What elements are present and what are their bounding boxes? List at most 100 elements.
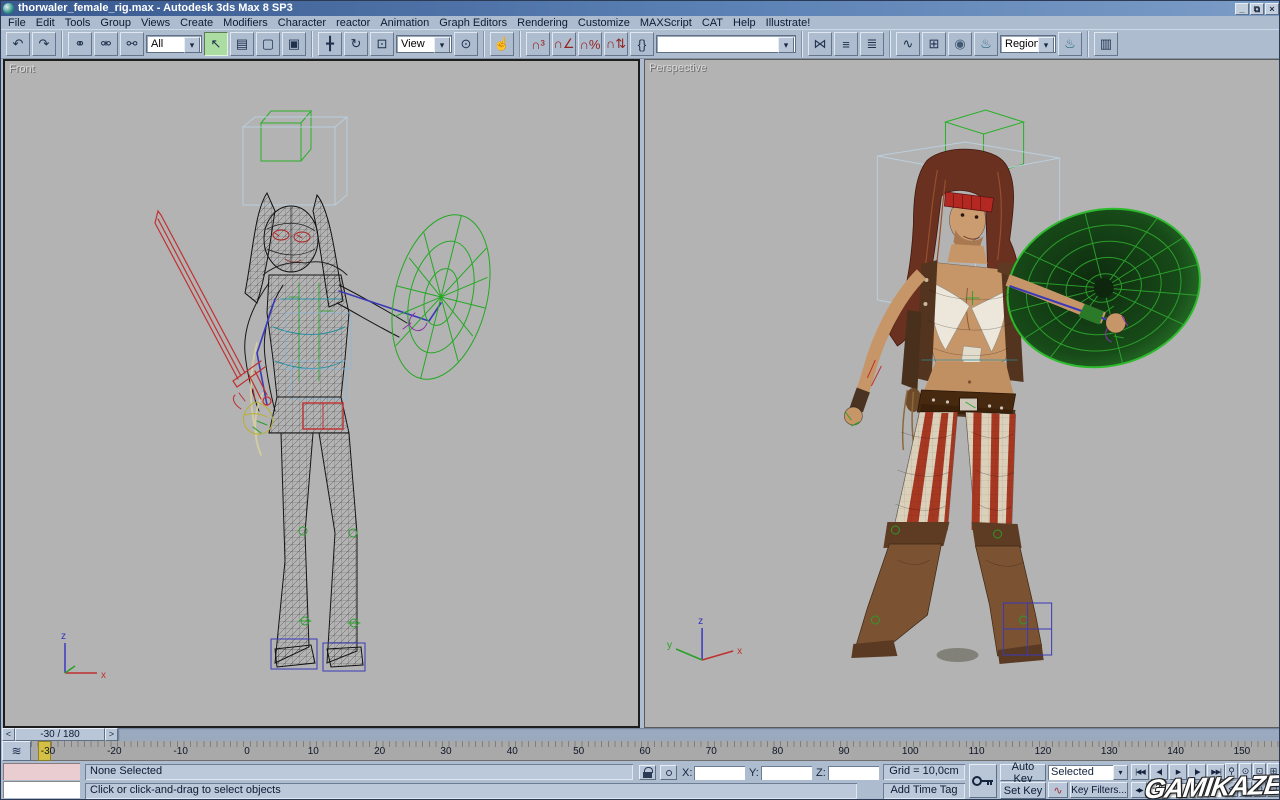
axis-tripod: z x y [667,616,742,661]
x-coordinate-label: X: [682,767,693,779]
percent-snap-icon[interactable]: ∩% [578,32,602,56]
z-coordinate-input[interactable] [828,766,879,780]
auto-key-button[interactable]: Auto Key [1000,761,1046,785]
time-slider-next-key-button[interactable]: > [105,728,118,741]
quick-render-icon[interactable]: ♨ [1058,32,1082,56]
named-selection-sets-dropdown[interactable] [656,35,796,53]
angle-snap-icon[interactable]: ∩∠ [552,32,576,56]
y-coordinate-input[interactable] [761,766,812,780]
trackbar-frame-label: 0 [244,746,250,757]
menu-item[interactable]: Animation [375,17,434,29]
reference-coordinate-system-dropdown[interactable]: View [396,35,452,53]
trackbar-frame-label: 90 [838,746,850,757]
material-editor-icon[interactable]: ◉ [948,32,972,56]
x-coordinate-input[interactable] [694,766,745,780]
viewport-area: Front z x Perspective z x y [1,59,1279,728]
time-slider-prev-key-button[interactable]: < [2,728,15,741]
viewport-perspective-label: Perspective [649,62,707,74]
lock-icon [643,766,653,778]
open-mini-curve-editor-button[interactable]: ≋ [2,741,31,761]
menu-item[interactable]: Group [95,17,136,29]
menu-item[interactable]: Character [273,17,331,29]
rectangular-selection-region-icon[interactable]: ▢ [256,32,280,56]
unlink-selection-icon[interactable]: ⚮ [94,32,118,56]
menu-item[interactable]: Customize [573,17,635,29]
menu-item[interactable]: Views [136,17,175,29]
trackbar-frame-label: -20 [107,746,122,757]
mirror-icon[interactable]: ⋈ [808,32,832,56]
select-and-manipulate-icon[interactable]: ☝ [490,32,514,56]
trackbar-frame-label: 100 [901,746,919,757]
bind-to-space-warp-icon[interactable]: ⚯ [120,32,144,56]
menu-item[interactable]: MAXScript [635,17,697,29]
spinner-snap-icon[interactable]: ∩⇅ [604,32,628,56]
minimize-button[interactable]: _ [1235,2,1249,15]
selection-filter-dropdown[interactable]: All [146,35,202,53]
close-button[interactable]: × [1265,2,1279,15]
render-scene-icon[interactable]: ♨ [974,32,998,56]
set-key-button[interactable]: Set Key [1000,782,1046,799]
select-and-rotate-icon[interactable]: ↻ [344,32,368,56]
track-bar-ruler[interactable]: -30 -20 -10 0 10 20 30 40 50 60 70 80 90 100 110 120 130… [31,741,1279,761]
trackbar-frame-label: 140 [1167,746,1184,757]
default-tangent-button[interactable]: ∿ [1048,782,1068,798]
select-and-move-icon[interactable]: ╋ [318,32,342,56]
set-keys-button[interactable] [969,764,997,798]
menu-item[interactable]: reactor [331,17,375,29]
menu-item[interactable]: Modifiers [218,17,273,29]
time-slider-track[interactable] [118,728,1279,741]
time-slider-handle[interactable]: -30 / 180 [15,728,105,741]
prompt-line: Click or click-and-drag to select object… [85,783,857,799]
restore-button[interactable]: ⧉ [1250,2,1264,15]
window-crossing-selection-icon[interactable]: ▣ [282,32,306,56]
front-wireframe-view: z x [61,109,491,681]
shaded-character [843,109,1201,664]
grid-size-status: Grid = 10,0cm [883,764,965,780]
render-type-dropdown[interactable]: Region [1000,35,1056,53]
maxscript-listener-macro-pane[interactable] [3,763,80,780]
menu-item[interactable]: Help [728,17,761,29]
svg-text:x: x [101,670,106,681]
delete-icon[interactable]: ▥ [1094,32,1118,56]
add-time-tag[interactable]: Add Time Tag [883,783,965,799]
align-icon[interactable]: ≡ [834,32,858,56]
maxscript-listener-pane[interactable] [3,781,80,798]
undo-icon[interactable]: ↶ [6,32,30,56]
layer-manager-icon[interactable]: ≣ [860,32,884,56]
gamikaze-watermark: GAMIKAZE [1142,769,1280,800]
wireframe-character [154,109,491,672]
trackbar-frame-label: 50 [573,746,585,757]
menu-item[interactable]: Edit [31,17,60,29]
keyboard-shortcut-override-icon[interactable]: {} [630,32,654,56]
time-slider: < -30 / 180 > [1,728,1279,741]
menu-item[interactable]: Illustrate! [761,17,816,29]
use-pivot-point-center-icon[interactable]: ⊙ [454,32,478,56]
key-mode-dropdown[interactable]: Selected [1048,765,1128,780]
schematic-view-icon[interactable]: ⊞ [922,32,946,56]
viewport-perspective[interactable]: Perspective z x y [644,59,1279,728]
menu-item[interactable]: CAT [697,17,728,29]
absolute-offset-mode-toggle[interactable] [660,765,677,780]
snap-toggle-icon[interactable]: ∩³ [526,32,550,56]
select-object-icon[interactable]: ↖ [204,32,228,56]
redo-icon[interactable]: ↷ [32,32,56,56]
key-icon [972,776,993,786]
menu-item[interactable]: Create [175,17,218,29]
viewport-front[interactable]: Front z x [3,59,640,728]
trackbar-frame-label: 70 [705,746,717,757]
select-and-link-icon[interactable]: ⚭ [68,32,92,56]
selection-lock-toggle[interactable] [639,765,656,780]
menu-item[interactable]: File [3,17,31,29]
key-filters-button[interactable]: Key Filters... [1070,782,1128,798]
select-by-name-icon[interactable]: ▤ [230,32,254,56]
menu-item[interactable]: Graph Editors [434,17,512,29]
curve-editor-icon[interactable]: ∿ [896,32,920,56]
trackbar-frame-label: 80 [772,746,784,757]
menu-item[interactable]: Rendering [512,17,573,29]
menu-item[interactable]: Tools [60,17,96,29]
toolbar-item [801,31,803,57]
app-icon [3,3,14,14]
toolbar-item [61,31,63,57]
trackbar-frame-label: -10 [173,746,188,757]
select-and-scale-icon[interactable]: ⊡ [370,32,394,56]
